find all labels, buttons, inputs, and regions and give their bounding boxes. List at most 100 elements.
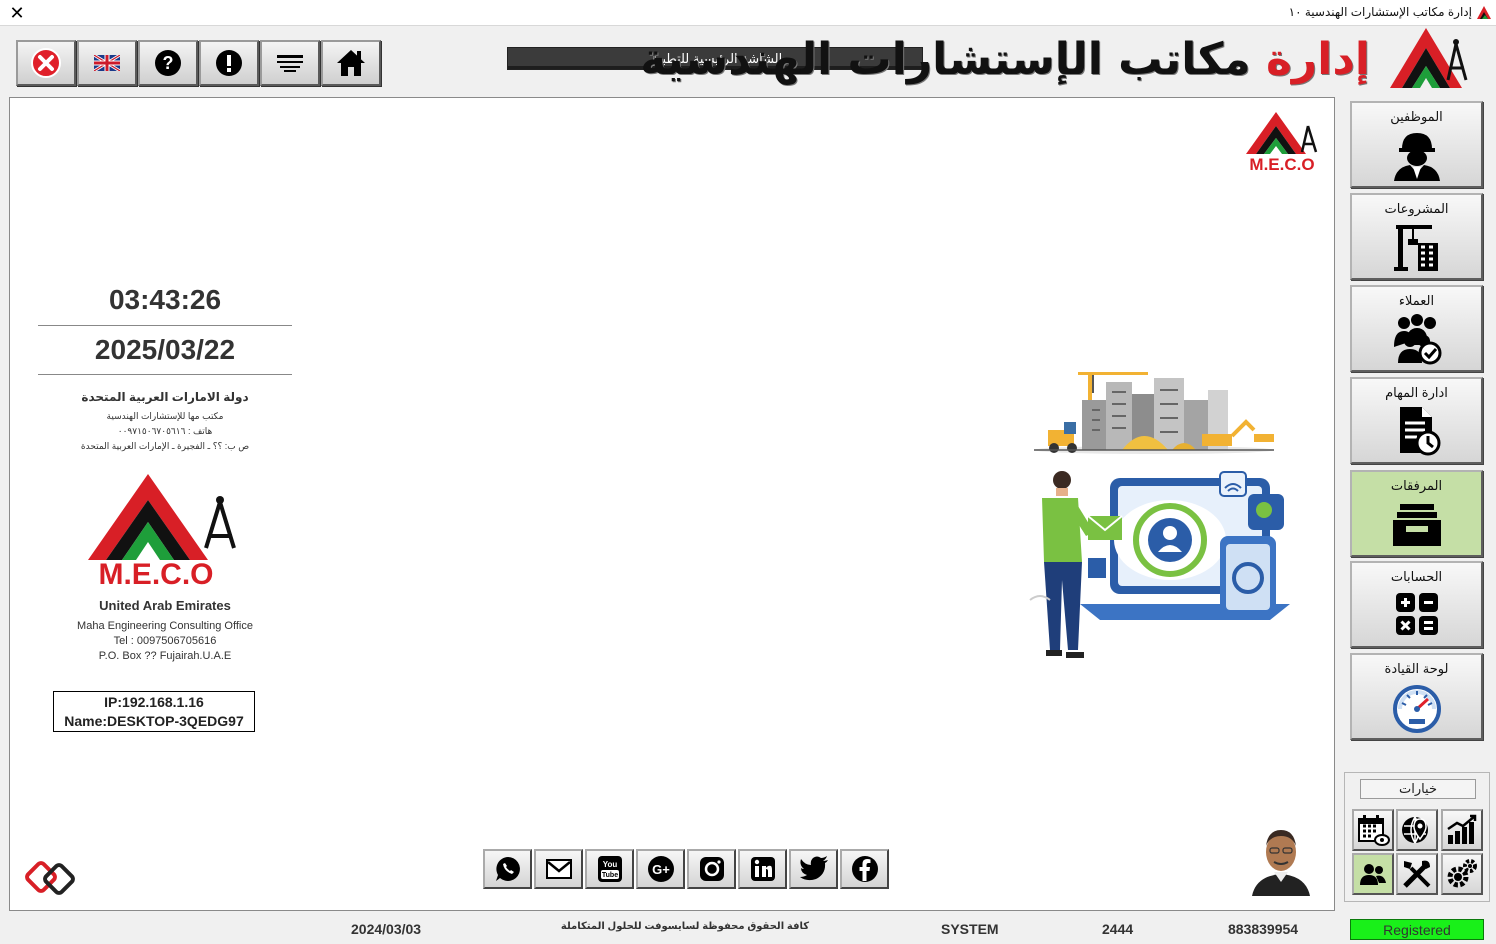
brand-title-red: إدارة — [1265, 34, 1371, 85]
sidebar-item-label: الموظفين — [1390, 109, 1443, 124]
help-button[interactable]: ? — [138, 40, 198, 86]
home-icon — [337, 50, 365, 76]
options-label: خيارات — [1360, 779, 1476, 799]
social-links-bar: You Tube G+ — [483, 849, 891, 889]
meco-logo: M.E.C.O — [88, 474, 236, 591]
twitter-button[interactable] — [789, 849, 838, 889]
settings-button[interactable] — [1441, 853, 1483, 895]
engineer-icon — [1394, 133, 1440, 181]
sidebar-item-label: المشروعات — [1384, 201, 1449, 216]
brand-title-black: مكاتب الإستشارات الهندسية — [640, 34, 1251, 85]
country-english: United Arab Emirates — [99, 598, 231, 613]
tools-button[interactable] — [1396, 853, 1438, 895]
clients-group-icon — [1394, 314, 1442, 365]
window-title: إدارة مكاتب الإستشارات الهندسية ١٠ — [1288, 5, 1472, 19]
svg-text:?: ? — [163, 53, 174, 73]
calendar-eye-icon — [1358, 815, 1390, 846]
window-close-button[interactable]: ✕ — [6, 2, 28, 24]
instagram-button[interactable] — [687, 849, 736, 889]
sidebar-item-tasks[interactable]: ادارة المهام — [1350, 377, 1483, 464]
window-titlebar: ✕ إدارة مكاتب الإستشارات الهندسية ١٠ — [0, 0, 1496, 26]
sidebar-item-label: الحسابات — [1390, 569, 1443, 584]
sidebar-item-employees[interactable]: الموظفين — [1350, 101, 1483, 188]
corner-logo-text: M.E.C.O — [1249, 155, 1314, 174]
clock-time: 03:43:26 — [108, 284, 222, 315]
phone-arabic: هاتف : ٠٠٩٧١٥٠٦٧٠٥٦١٦ — [117, 426, 213, 436]
sidebar-item-accounts[interactable]: الحسابات — [1350, 561, 1483, 648]
sidebar-item-label: المرفقات — [1390, 478, 1443, 493]
status-date: 2024/03/03 — [351, 921, 422, 937]
whatsapp-button[interactable] — [483, 849, 532, 889]
red-x-circle-icon — [31, 48, 61, 78]
sidebar-item-label: لوحة القيادة — [1384, 661, 1449, 676]
main-toolbar: ? — [16, 40, 382, 86]
about-button[interactable] — [199, 40, 259, 86]
statistics-button[interactable] — [1441, 809, 1483, 851]
question-icon: ? — [155, 50, 181, 76]
globe-pin-icon — [1402, 816, 1428, 844]
status-user: SYSTEM — [941, 921, 999, 937]
linkedin-icon — [750, 857, 775, 881]
facebook-icon — [851, 856, 878, 882]
users-icon — [1360, 864, 1386, 885]
brand-logo-icon — [1390, 28, 1468, 88]
sidebar-item-clients[interactable]: العملاء — [1350, 285, 1483, 372]
machine-info-box: IP:192.168.1.16 Name:DESKTOP-3QEDG97 — [53, 691, 255, 732]
sidebar-item-label: العملاء — [1398, 293, 1435, 308]
user-avatar[interactable] — [1248, 826, 1314, 896]
menu-lines-icon — [277, 55, 303, 72]
users-button[interactable] — [1352, 853, 1394, 895]
sidebar-item-projects[interactable]: المشروعات — [1350, 193, 1483, 280]
construction-illustration — [1034, 372, 1274, 454]
country-arabic: دولة الامارات العربية المتحدة — [81, 390, 249, 404]
status-serial: 883839954 — [1228, 921, 1299, 937]
gears-icon — [1447, 859, 1477, 888]
google-plus-icon: G+ — [647, 856, 674, 882]
office-english: Maha Engineering Consulting Office — [77, 620, 253, 632]
sidebar-item-attachments[interactable]: المرفقات — [1350, 470, 1483, 557]
divider — [38, 325, 292, 326]
technology-illustration — [1029, 471, 1290, 658]
svg-text:You: You — [602, 860, 617, 869]
office-arabic: مكتب مها للإستشارات الهندسية — [106, 411, 224, 421]
instagram-icon — [699, 857, 724, 881]
whatsapp-icon — [495, 857, 520, 881]
svg-text:G+: G+ — [652, 862, 670, 877]
facebook-button[interactable] — [840, 849, 889, 889]
status-code: 2444 — [1102, 921, 1134, 937]
exclamation-icon — [216, 50, 242, 76]
app-logo-icon — [1477, 6, 1491, 19]
email-button[interactable] — [534, 849, 583, 889]
globe-button[interactable] — [1396, 809, 1438, 851]
gauge-icon — [1393, 685, 1441, 733]
ip-address: IP:192.168.1.16 — [104, 694, 204, 710]
meco-corner-logo: M.E.C.O — [1246, 112, 1318, 174]
brand-title: إدارة مكاتب الإستشارات الهندسية — [640, 30, 1371, 90]
google-plus-button[interactable]: G+ — [636, 849, 685, 889]
youtube-icon: You Tube — [597, 856, 622, 882]
home-button[interactable] — [321, 40, 381, 86]
sidebar-item-dashboard[interactable]: لوحة القيادة — [1350, 653, 1483, 740]
menu-button[interactable] — [260, 40, 320, 86]
bar-chart-icon — [1447, 814, 1477, 844]
divider — [38, 374, 292, 375]
meco-logo-text: M.E.C.O — [98, 558, 213, 591]
exit-button[interactable] — [16, 40, 76, 86]
tel-english: Tel : 0097506705616 — [113, 635, 217, 647]
pobox-english: P.O. Box ?? Fujairah.U.A.E — [98, 650, 232, 662]
language-button[interactable] — [77, 40, 137, 86]
chain-link-logo-icon[interactable] — [24, 858, 80, 898]
linkedin-button[interactable] — [738, 849, 787, 889]
uk-flag-icon — [94, 55, 120, 71]
svg-text:Tube: Tube — [601, 872, 617, 879]
calendar-button[interactable] — [1352, 809, 1394, 851]
calculator-icon — [1396, 593, 1438, 635]
youtube-button[interactable]: You Tube — [585, 849, 634, 889]
twitter-icon — [799, 856, 828, 881]
current-date: 2025/03/22 — [94, 334, 236, 365]
crane-building-icon — [1394, 225, 1438, 271]
sidebar-item-label: ادارة المهام — [1385, 385, 1448, 400]
registered-badge: Registered — [1350, 919, 1484, 940]
inbox-tray-icon — [1393, 504, 1441, 546]
mail-icon — [545, 859, 572, 879]
